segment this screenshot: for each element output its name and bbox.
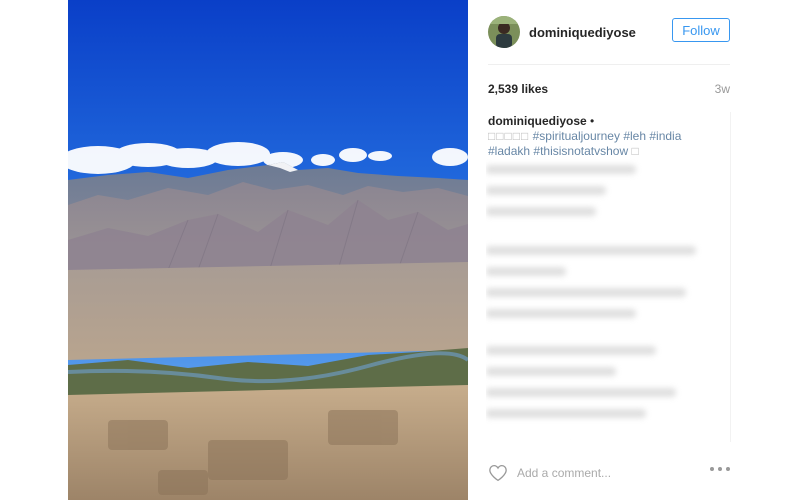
author-username[interactable]: dominiquediyose	[529, 25, 636, 40]
heart-outline-icon[interactable]	[488, 464, 508, 482]
follow-button[interactable]: Follow	[672, 18, 730, 42]
header-divider	[488, 64, 730, 65]
hashtag-india[interactable]: #india	[649, 129, 681, 143]
comment-line	[486, 288, 686, 297]
more-options-icon[interactable]	[710, 467, 730, 471]
blurred-comments	[486, 155, 730, 440]
more-dot	[718, 467, 722, 471]
avatar[interactable]	[488, 16, 520, 48]
post-caption: dominiquediyose • □□□□□ #spiritualjourne…	[488, 114, 710, 159]
caption-bullet: •	[590, 114, 595, 128]
comment-line	[486, 346, 656, 355]
hashtag-spiritualjourney[interactable]: #spiritualjourney	[533, 129, 620, 143]
comment-line	[486, 246, 696, 255]
more-dot	[726, 467, 730, 471]
comment-line	[486, 367, 616, 376]
comment-line	[486, 207, 596, 216]
comment-line	[486, 388, 676, 397]
post-header: dominiquediyose Follow	[488, 14, 730, 50]
post-details-panel: dominiquediyose Follow 2,539 likes 3w do…	[468, 0, 748, 500]
post-age[interactable]: 3w	[715, 82, 730, 96]
comment-line	[486, 267, 566, 276]
caption-author[interactable]: dominiquediyose	[488, 114, 587, 128]
comments-edge	[730, 112, 731, 442]
comment-line	[486, 309, 636, 318]
comment-input[interactable]	[517, 466, 677, 480]
likes-row: 2,539 likes 3w	[488, 82, 730, 96]
comment-line	[486, 409, 646, 418]
hashtag-leh[interactable]: #leh	[623, 129, 646, 143]
add-comment-row	[488, 462, 730, 484]
more-dot	[710, 467, 714, 471]
comment-line	[486, 165, 636, 174]
caption-emoji: □□□□□	[488, 129, 530, 143]
post-photo[interactable]	[68, 0, 468, 500]
likes-count[interactable]: 2,539 likes	[488, 82, 548, 96]
comment-line	[486, 186, 606, 195]
